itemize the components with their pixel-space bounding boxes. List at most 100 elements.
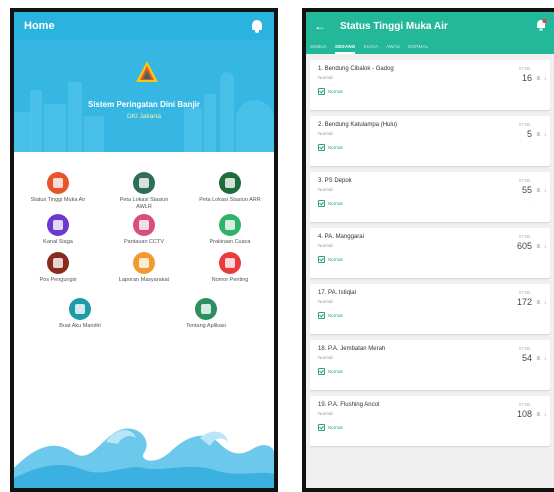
station-status: Normal (318, 355, 333, 360)
normal-badge: Normal (318, 312, 343, 319)
chevron-right-icon: › (544, 188, 546, 194)
station-card[interactable]: 2. Bendung Katulampa (Hulu) Normal Norma… (310, 116, 550, 166)
menu-buat-aku-mandiri[interactable]: Buat Aku Mandiri (48, 298, 112, 330)
back-arrow-icon[interactable]: ← (314, 19, 326, 33)
check-icon (318, 200, 325, 207)
station-time: 07:00 (518, 346, 530, 351)
menu-peta-lokasi-arr[interactable]: Peta Lokasi Stasiun ARR (198, 172, 262, 204)
map-pin-icon (133, 172, 155, 194)
menu-status-tinggi-muka-air[interactable]: Status Tinggi Muka Air (26, 172, 90, 204)
chevron-right-icon: › (544, 356, 546, 362)
station-name: 4. PA. Manggarai (318, 234, 364, 240)
trend-icon: ≡ (536, 356, 540, 362)
alert-bell-icon[interactable] (534, 18, 548, 32)
station-card[interactable]: 18. P.A. Jembatan Merah Normal Normal 07… (310, 340, 550, 390)
chevron-right-icon: › (544, 244, 546, 250)
status-tabs: SEMUA SEDANG SIAGA AWAS NORMAL (306, 40, 554, 54)
weather-icon (219, 214, 241, 236)
check-icon (318, 424, 325, 431)
station-status: Normal (318, 187, 333, 192)
normal-badge: Normal (318, 368, 343, 375)
station-card[interactable]: 17. PA. Istiqlal Normal Normal 07:00 172… (310, 284, 550, 334)
menu-laporan-masyarakat[interactable]: Laporan Masyarakat (112, 252, 176, 284)
station-value: 5 (526, 129, 532, 139)
right-phone-screen: ← Status Tinggi Muka Air SEMUA SEDANG SI… (302, 8, 554, 492)
station-time: 07:00 (518, 402, 530, 407)
normal-badge: Normal (318, 256, 343, 263)
tab-sedang[interactable]: SEDANG (335, 40, 356, 54)
menu-grid: Status Tinggi Muka Air Peta Lokasi Stasi… (14, 152, 274, 392)
trend-icon: ≡ (536, 412, 540, 418)
chevron-right-icon: › (544, 76, 546, 82)
menu-peta-lokasi-awlr[interactable]: Peta Lokasi Stasiun AWLR (112, 172, 176, 211)
tab-siaga[interactable]: SIAGA (363, 40, 378, 54)
normal-badge: Normal (318, 88, 343, 95)
trend-icon: ≡ (536, 188, 540, 194)
station-name: 19. P.A. Flushing Ancol (318, 402, 380, 408)
station-time: 07:00 (518, 122, 530, 127)
station-card[interactable]: 3. PS Depok Normal Normal 07:00 55 ≡ › .… (310, 172, 550, 222)
station-value: 55 (521, 185, 532, 195)
station-time: 07:00 (518, 178, 530, 183)
station-card[interactable]: 19. P.A. Flushing Ancol Normal Normal 07… (310, 396, 550, 446)
station-note: ... (526, 201, 530, 206)
notification-bell-icon[interactable] (250, 19, 264, 33)
banner-title: Sistem Peringatan Dini Banjir (87, 100, 201, 109)
chevron-right-icon: › (544, 412, 546, 418)
channel-icon (47, 214, 69, 236)
check-icon (318, 88, 325, 95)
check-icon (318, 312, 325, 319)
station-value: 605 (516, 241, 532, 251)
rain-map-icon (219, 172, 241, 194)
tab-semua[interactable]: SEMUA (310, 40, 327, 54)
station-card[interactable]: 1. Bendung Cibalok - Gadog Normal Normal… (310, 60, 550, 110)
menu-pantauan-cctv[interactable]: Pantauan CCTV (112, 214, 176, 246)
decorative-waves (14, 428, 274, 488)
trend-icon: ≡ (536, 76, 540, 82)
station-value: 16 (521, 73, 532, 83)
station-time: 07:00 (518, 66, 530, 71)
station-status: Normal (318, 131, 333, 136)
tab-awas[interactable]: AWAS (386, 40, 400, 54)
menu-prakiraan-cuaca[interactable]: Prakiraan Cuaca (198, 214, 262, 246)
home-title: Home (24, 20, 55, 32)
menu-nomor-penting[interactable]: Nomor Penting (198, 252, 262, 284)
chevron-right-icon: › (544, 132, 546, 138)
station-name: 2. Bendung Katulampa (Hulu) (318, 122, 398, 128)
menu-tentang-aplikasi[interactable]: Tentang Aplikasi (174, 298, 238, 330)
status-app-bar: ← Status Tinggi Muka Air (306, 12, 554, 40)
station-name: 18. P.A. Jembatan Merah (318, 346, 386, 352)
trend-icon: ≡ (536, 132, 540, 138)
check-icon (318, 144, 325, 151)
trend-icon: ≡ (536, 244, 540, 250)
station-value: 54 (521, 353, 532, 363)
station-time: 07:00 (518, 290, 530, 295)
menu-pos-pengungsi[interactable]: Pos Pengungsi (26, 252, 90, 284)
station-name: 17. PA. Istiqlal (318, 290, 356, 296)
station-status: Normal (318, 411, 333, 416)
chevron-right-icon: › (544, 300, 546, 306)
banner-subtitle: DKI Jakarta (127, 113, 161, 120)
normal-badge: Normal (318, 200, 343, 207)
station-card[interactable]: 4. PA. Manggarai Normal Normal 07:00 605… (310, 228, 550, 278)
station-status: Normal (318, 299, 333, 304)
menu-kanal-siaga[interactable]: Kanal Siaga (26, 214, 90, 246)
status-title: Status Tinggi Muka Air (340, 20, 448, 32)
station-list: 1. Bendung Cibalok - Gadog Normal Normal… (306, 54, 554, 446)
station-value: 172 (516, 297, 532, 307)
water-level-icon (47, 172, 69, 194)
station-time: 07:00 (518, 234, 530, 239)
tab-normal[interactable]: NORMAL (408, 40, 428, 54)
station-name: 3. PS Depok (318, 178, 352, 184)
left-phone-screen: Home Sistem Peringatan Dini Banjir DKI J… (10, 8, 278, 492)
normal-badge: Normal (318, 144, 343, 151)
check-icon (318, 256, 325, 263)
shelter-icon (47, 252, 69, 274)
station-status: Normal (318, 75, 333, 80)
cctv-icon (133, 214, 155, 236)
station-value: 108 (516, 409, 532, 419)
home-banner: Sistem Peringatan Dini Banjir DKI Jakart… (14, 40, 274, 152)
info-icon (195, 298, 217, 320)
clock-icon (219, 252, 241, 274)
normal-badge: Normal (318, 424, 343, 431)
